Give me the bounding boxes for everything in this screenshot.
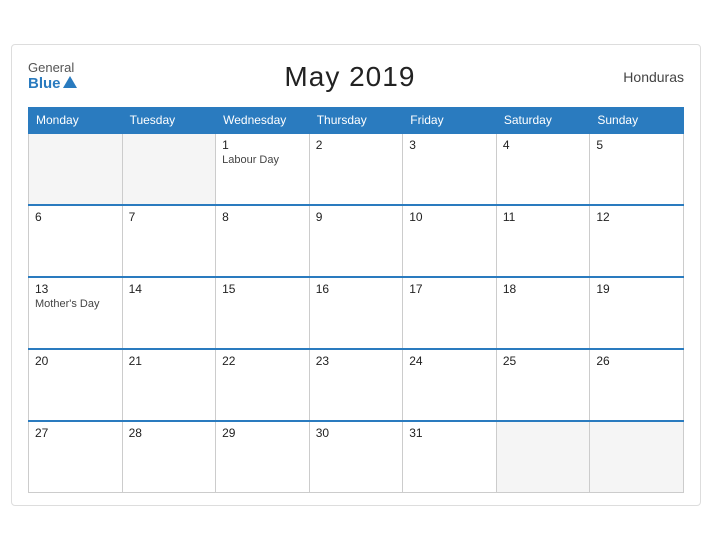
calendar-cell: 20: [29, 349, 123, 421]
calendar-cell: [496, 421, 590, 493]
weekday-header-tuesday: Tuesday: [122, 107, 216, 133]
day-number: 10: [409, 210, 490, 224]
day-number: 3: [409, 138, 490, 152]
weekday-header-monday: Monday: [29, 107, 123, 133]
day-number: 5: [596, 138, 677, 152]
logo-general-text: General: [28, 61, 77, 75]
day-number: 14: [129, 282, 210, 296]
week-row-5: 27 28 29 30 31: [29, 421, 684, 493]
calendar-cell: [29, 133, 123, 205]
logo: General Blue: [28, 61, 77, 92]
day-number: 2: [316, 138, 397, 152]
week-row-4: 20 21 22 23 24 25 26: [29, 349, 684, 421]
calendar-cell: 17: [403, 277, 497, 349]
calendar-cell: 13 Mother's Day: [29, 277, 123, 349]
calendar-cell: 28: [122, 421, 216, 493]
day-number: 17: [409, 282, 490, 296]
calendar-cell: 3: [403, 133, 497, 205]
calendar-cell: 14: [122, 277, 216, 349]
day-number: 4: [503, 138, 584, 152]
weekday-header-wednesday: Wednesday: [216, 107, 310, 133]
day-number: 15: [222, 282, 303, 296]
week-row-2: 6789 10 11 12: [29, 205, 684, 277]
calendar-cell: 19: [590, 277, 684, 349]
week-row-3: 13 Mother's Day 14 15 16 17 18 19: [29, 277, 684, 349]
day-number: 28: [129, 426, 210, 440]
day-number: 16: [316, 282, 397, 296]
calendar-container: General Blue May 2019 Honduras MondayTue…: [11, 44, 701, 507]
day-number: 22: [222, 354, 303, 368]
calendar-cell: 12: [590, 205, 684, 277]
calendar-cell: 25: [496, 349, 590, 421]
day-number: 20: [35, 354, 116, 368]
calendar-country: Honduras: [623, 69, 684, 85]
calendar-cell: 15: [216, 277, 310, 349]
weekday-header-friday: Friday: [403, 107, 497, 133]
calendar-cell: 29: [216, 421, 310, 493]
calendar-cell: 6: [29, 205, 123, 277]
day-number: 19: [596, 282, 677, 296]
day-number: 29: [222, 426, 303, 440]
calendar-cell: 26: [590, 349, 684, 421]
calendar-cell: 27: [29, 421, 123, 493]
calendar-cell: 1 Labour Day: [216, 133, 310, 205]
calendar-cell: [590, 421, 684, 493]
calendar-cell: 22: [216, 349, 310, 421]
weekday-header-saturday: Saturday: [496, 107, 590, 133]
day-number: 12: [596, 210, 677, 224]
day-number: 25: [503, 354, 584, 368]
week-row-1: 1 Labour Day 2345: [29, 133, 684, 205]
calendar-title: May 2019: [284, 61, 415, 93]
weekday-header-thursday: Thursday: [309, 107, 403, 133]
calendar-cell: 9: [309, 205, 403, 277]
calendar-cell: 4: [496, 133, 590, 205]
calendar-cell: 21: [122, 349, 216, 421]
calendar-cell: 2: [309, 133, 403, 205]
day-event: Mother's Day: [35, 298, 116, 310]
day-number: 23: [316, 354, 397, 368]
weekday-header-sunday: Sunday: [590, 107, 684, 133]
day-number: 18: [503, 282, 584, 296]
day-number: 30: [316, 426, 397, 440]
calendar-cell: 7: [122, 205, 216, 277]
day-number: 27: [35, 426, 116, 440]
weekday-header-row: MondayTuesdayWednesdayThursdayFridaySatu…: [29, 107, 684, 133]
day-number: 8: [222, 210, 303, 224]
day-number: 11: [503, 210, 584, 224]
calendar-cell: 18: [496, 277, 590, 349]
calendar-cell: 5: [590, 133, 684, 205]
calendar-cell: [122, 133, 216, 205]
calendar-cell: 23: [309, 349, 403, 421]
day-number: 6: [35, 210, 116, 224]
day-number: 24: [409, 354, 490, 368]
calendar-grid: MondayTuesdayWednesdayThursdayFridaySatu…: [28, 107, 684, 494]
day-number: 1: [222, 138, 303, 152]
calendar-cell: 16: [309, 277, 403, 349]
logo-triangle-icon: [63, 76, 77, 88]
calendar-cell: 31: [403, 421, 497, 493]
calendar-cell: 30: [309, 421, 403, 493]
day-number: 21: [129, 354, 210, 368]
day-number: 9: [316, 210, 397, 224]
logo-blue-text: Blue: [28, 76, 77, 93]
calendar-header: General Blue May 2019 Honduras: [28, 61, 684, 93]
calendar-cell: 10: [403, 205, 497, 277]
day-number: 31: [409, 426, 490, 440]
calendar-cell: 8: [216, 205, 310, 277]
calendar-cell: 24: [403, 349, 497, 421]
calendar-cell: 11: [496, 205, 590, 277]
day-number: 13: [35, 282, 116, 296]
day-number: 7: [129, 210, 210, 224]
day-number: 26: [596, 354, 677, 368]
day-event: Labour Day: [222, 154, 303, 166]
